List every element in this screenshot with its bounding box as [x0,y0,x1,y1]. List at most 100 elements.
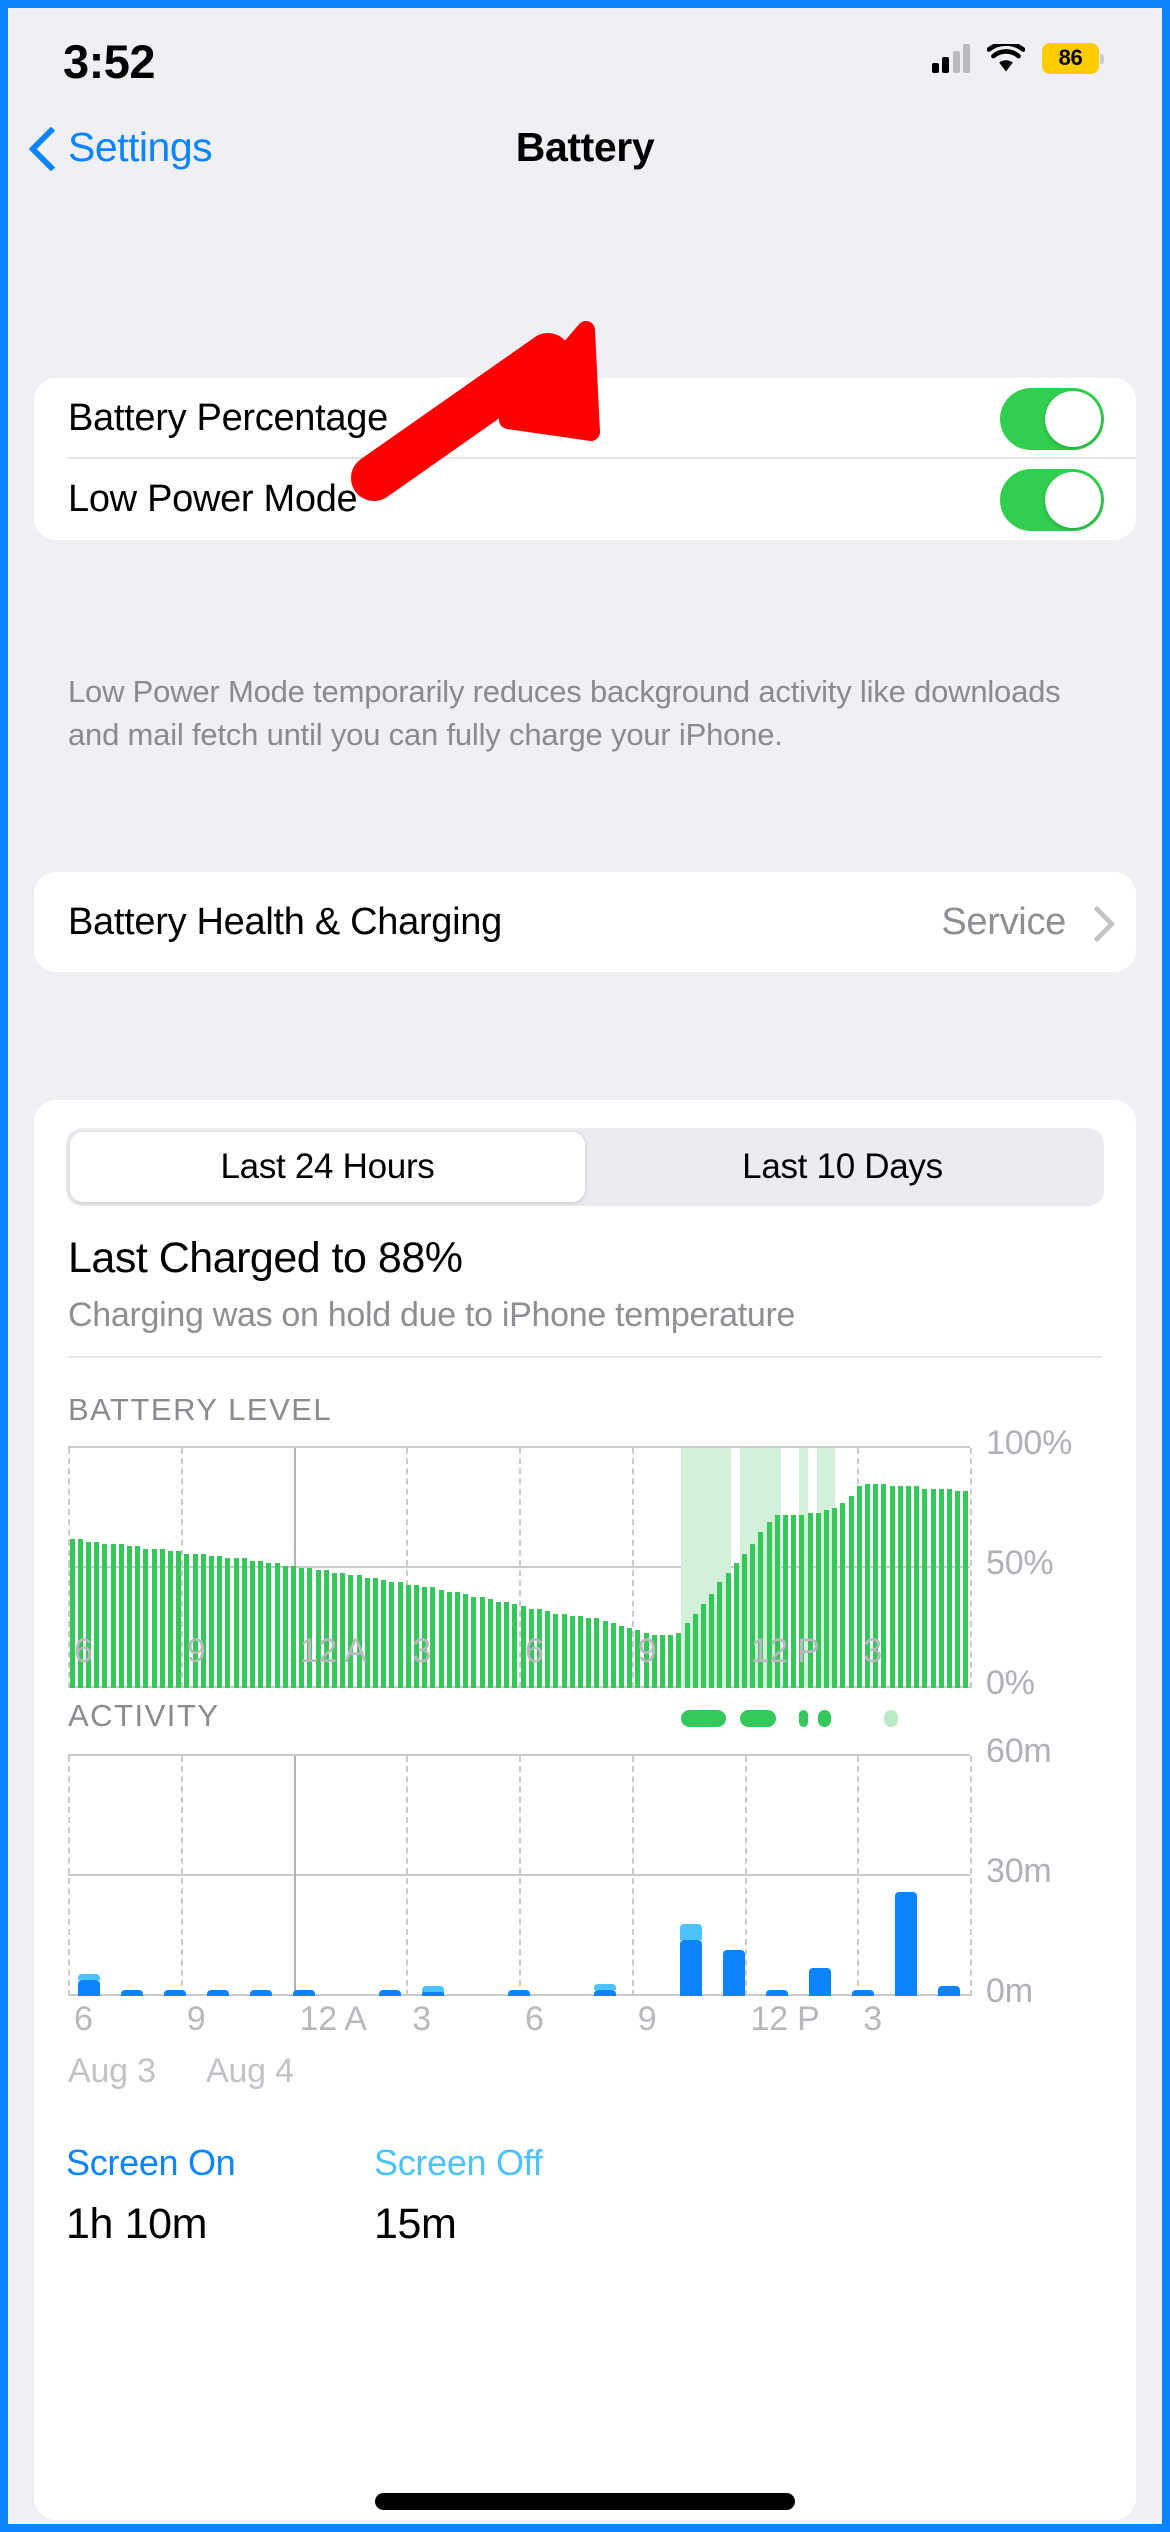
battery-level-bar [208,1556,215,1688]
battery-level-bar [881,1484,887,1688]
battery-level-bar [290,1565,297,1688]
activity-plot [68,1754,972,1996]
battery-level-bar [577,1616,584,1688]
activity-bar-screen-on [121,1990,144,1996]
battery-level-bar [946,1488,953,1688]
gridline-vertical [519,1756,521,1996]
activity-chart-title: ACTIVITY [68,1698,220,1733]
page-title: Battery [515,123,655,170]
segment-last-10-days[interactable]: Last 10 Days [585,1132,1100,1202]
battery-level-bar [233,1558,239,1688]
gridline-vertical [857,1756,860,1996]
battery-level-bar [471,1596,477,1688]
battery-level-bar [676,1632,682,1688]
row-battery-health[interactable]: Battery Health & Charging Service [34,872,1136,972]
x-axis-tick-label: 12 A [299,2000,367,2038]
battery-level-bar [94,1541,100,1688]
x-axis-tick-label: 6 [74,1632,93,1670]
status-bar: 3:52 86 [8,8,1162,118]
section-divider [68,1356,1102,1358]
battery-level-bar [438,1589,444,1688]
battery-percent-label: 86 [1058,45,1083,70]
segment-last-24-hours[interactable]: Last 24 Hours [70,1132,585,1202]
battery-level-bar [717,1582,723,1688]
activity-bar-screen-on [379,1990,402,1996]
y-axis-tick-label: 60m [986,1732,1052,1770]
date-label-aug-3: Aug 3 [68,2052,156,2090]
charging-indicator-pill [681,1710,727,1727]
battery-level-bar [627,1628,633,1688]
battery-level-bar [897,1486,903,1688]
low-power-mode-label: Low Power Mode [68,478,358,520]
battery-level-bar [602,1620,608,1688]
battery-level-bar [659,1635,666,1688]
battery-percentage-toggle[interactable] [1000,387,1104,450]
battery-level-bar [389,1582,395,1688]
battery-level-bar [135,1546,141,1688]
battery-health-card: Battery Health & Charging Service [34,872,1136,972]
x-axis-tick-label: 9 [186,2000,206,2038]
battery-level-bar [102,1544,108,1688]
status-bar-indicators: 86 [931,34,1104,82]
legend-screen-off-value: 15m [374,2200,457,2248]
battery-level-bar [397,1582,403,1688]
battery-level-bar [176,1551,182,1688]
gridline-vertical [970,1448,972,1688]
activity-bar-screen-on [679,1940,702,1996]
battery-level-bar [159,1548,165,1688]
gridline-vertical [744,1756,747,1996]
battery-level-bar [274,1563,280,1688]
activity-bar-screen-on [508,1990,530,1996]
legend-screen-on-label: Screen On [66,2142,236,2183]
battery-level-bar [618,1625,625,1688]
activity-bar-screen-on [164,1989,187,1996]
iphone-screen: 3:52 86 Settings Battery Battery Percent… [8,8,1162,2524]
battery-level-bar [479,1596,485,1688]
navigation-bar: Settings Battery [8,104,1162,190]
cellular-signal-icon [931,43,970,73]
row-low-power-mode[interactable]: Low Power Mode [34,459,1136,540]
charging-indicator-pill [739,1710,777,1727]
wifi-icon [987,43,1025,73]
activity-bar-screen-off [78,1974,101,1980]
battery-health-label: Battery Health & Charging [68,900,502,943]
battery-level-bar [709,1594,715,1688]
battery-level-bar [561,1613,567,1688]
battery-level-bar [823,1510,830,1688]
battery-level-bar [545,1611,551,1688]
activity-bar-screen-on [207,1990,230,1996]
activity-bar-screen-on [765,1989,788,1996]
x-axis-tick-label: 9 [637,1632,657,1670]
battery-level-chart-title: BATTERY LEVEL [68,1392,333,1427]
battery-level-bar [217,1556,223,1688]
battery-level-bar [487,1599,493,1688]
battery-level-bar [848,1496,854,1688]
battery-level-bar [241,1558,247,1688]
x-axis-tick-label: 12 P [750,1632,820,1670]
charging-indicator-pill [798,1710,808,1727]
battery-level-bar [594,1618,600,1688]
activity-bar-screen-on [851,1990,874,1996]
row-battery-percentage[interactable]: Battery Percentage [34,378,1136,459]
x-axis-tick-label: 12 A [299,1632,367,1670]
activity-bar-screen-off [679,1924,702,1940]
battery-level-bar [692,1613,698,1688]
activity-bar-screen-on [937,1986,960,1996]
battery-level-bar [725,1572,731,1688]
low-power-mode-toggle[interactable] [1000,468,1104,531]
last-charged-title: Last Charged to 88% [68,1234,463,1282]
gridline-vertical [68,1756,70,1996]
legend-screen-on-value: 1h 10m [66,2200,208,2248]
battery-level-bar [586,1618,592,1688]
date-label-aug-4: Aug 4 [206,2052,294,2090]
time-range-segmented-control[interactable]: Last 24 Hours Last 10 Days [66,1128,1104,1206]
gridline-vertical [970,1756,972,1996]
battery-level-bar [151,1548,157,1688]
x-axis-tick-label: 3 [863,2000,882,2038]
chevron-right-icon [1084,905,1104,939]
gridline-vertical [406,1756,409,1996]
battery-level-bar [258,1560,264,1688]
battery-level-bar [700,1604,707,1688]
status-bar-time: 3:52 [63,35,156,88]
battery-level-bar [832,1508,838,1688]
